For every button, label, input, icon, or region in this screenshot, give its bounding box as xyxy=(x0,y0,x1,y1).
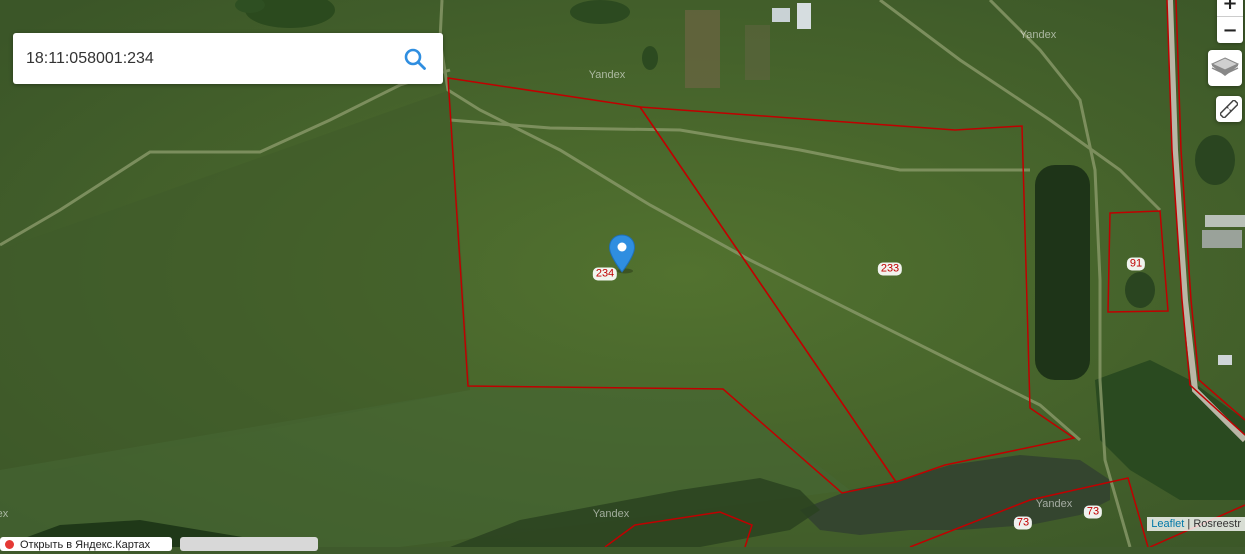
search-input[interactable] xyxy=(26,49,386,68)
map-pin-icon[interactable] xyxy=(608,234,636,274)
location-icon xyxy=(5,540,14,549)
ruler-icon xyxy=(1220,100,1238,118)
parcel-label-233[interactable]: 233 xyxy=(877,262,903,276)
ruler-tick xyxy=(1229,109,1232,112)
zoom-out-button[interactable]: − xyxy=(1217,16,1243,43)
attribution-source: Rosreestr xyxy=(1193,518,1241,530)
parcel-label-73[interactable]: 73 xyxy=(1083,505,1103,519)
secondary-button[interactable] xyxy=(180,537,318,551)
attribution-separator: | xyxy=(1184,518,1194,530)
zoom-control: + − xyxy=(1217,0,1243,43)
tree-cluster xyxy=(570,0,630,24)
pin-dot xyxy=(617,242,627,252)
layers-icon xyxy=(1211,57,1239,76)
leaflet-link[interactable]: Leaflet xyxy=(1151,518,1184,530)
tree-cluster xyxy=(1195,135,1235,185)
yandex-watermark: Yandex xyxy=(1035,498,1073,510)
forest-strip xyxy=(1035,165,1090,380)
open-in-yandex-button[interactable]: Открыть в Яндекс.Картах xyxy=(0,537,172,551)
tree-cluster xyxy=(642,46,658,70)
parcel-label-91[interactable]: 91 xyxy=(1126,257,1146,271)
building xyxy=(772,8,790,22)
magnifier-handle xyxy=(416,60,426,70)
building xyxy=(745,25,770,80)
ruler-tick xyxy=(1226,106,1229,109)
layers-button[interactable] xyxy=(1208,50,1242,86)
building xyxy=(1202,230,1242,248)
building xyxy=(685,10,720,88)
map-attribution: Leaflet | Rosreestr xyxy=(1147,517,1245,531)
yandex-watermark: Yandex xyxy=(588,69,626,81)
yandex-watermark: Yandex xyxy=(0,508,9,520)
pin-body xyxy=(608,234,636,273)
building xyxy=(1218,355,1232,365)
yandex-watermark: Yandex xyxy=(1019,29,1057,41)
ruler-body xyxy=(1220,100,1238,118)
search-icon[interactable] xyxy=(403,47,427,71)
parcel-label-73[interactable]: 73 xyxy=(1013,516,1033,530)
open-in-yandex-label: Открыть в Яндекс.Картах xyxy=(20,539,151,551)
ruler-button[interactable] xyxy=(1216,96,1242,122)
yandex-watermark: Yandex xyxy=(592,508,630,520)
building xyxy=(1205,215,1245,227)
search-box xyxy=(13,33,443,84)
tree-cluster xyxy=(1125,272,1155,308)
building xyxy=(797,3,811,29)
zoom-in-button[interactable]: + xyxy=(1217,0,1243,16)
